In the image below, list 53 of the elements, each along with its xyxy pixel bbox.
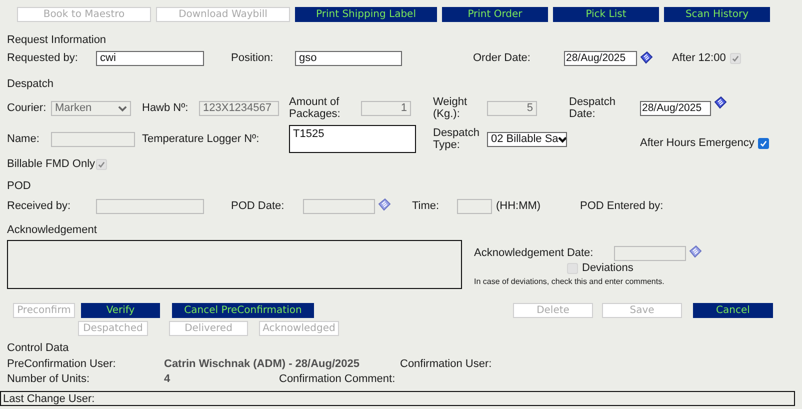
field-label: Despatch Date:	[569, 96, 616, 120]
field-label: Acknowledgement Date:	[474, 247, 594, 259]
calendar-icon[interactable]	[713, 96, 727, 110]
despatch-date-field[interactable]: 28/Aug/2025	[640, 100, 711, 116]
field-label: Amount of Packages:	[289, 96, 342, 120]
requested-by-field[interactable]: cwi	[96, 50, 204, 66]
toolbar-button[interactable]: Scan History	[664, 7, 770, 22]
field-label: Weight (Kg.):	[433, 96, 468, 120]
hint-text: In case of deviations, check this and enter comments.	[474, 276, 664, 286]
field-label: POD Entered by:	[580, 200, 664, 212]
checkbox[interactable]	[758, 138, 770, 149]
field-label: POD Date:	[231, 200, 286, 212]
field-label: Confirmation User:	[400, 358, 492, 370]
field-label: Time:	[412, 200, 440, 212]
action-button[interactable]: Cancel PreConfirmation	[172, 303, 314, 318]
toolbar-button[interactable]: Print Shipping Label	[295, 7, 437, 22]
field-label: Despatch Type:	[433, 127, 480, 151]
toolbar-button[interactable]: Pick List	[553, 7, 659, 22]
toolbar-button[interactable]: Print Order	[442, 7, 548, 22]
field-label: Name:	[7, 133, 40, 145]
field-label: Position:	[231, 52, 274, 64]
field-label: Received by:	[7, 200, 72, 212]
checkbox-label: Deviations	[582, 262, 634, 274]
acknowledgement-field[interactable]	[7, 240, 462, 289]
section-title: Request Information	[7, 34, 106, 46]
section-title: Acknowledgement	[7, 224, 97, 236]
field-label: Last Change User:	[3, 392, 95, 404]
field-label: Hawb Nº:	[142, 102, 190, 114]
chevron-icon	[118, 104, 127, 112]
format-hint: (HH:MM)	[496, 200, 542, 212]
field-value: 4	[164, 372, 172, 384]
field-label: Confirmation Comment:	[279, 372, 396, 384]
action-button[interactable]: Verify	[81, 303, 160, 318]
field-label: Courier:	[7, 102, 48, 114]
position-field[interactable]: gso	[295, 50, 402, 66]
order-date-field[interactable]: 28/Aug/2025	[564, 50, 637, 66]
calendar-icon[interactable]	[639, 51, 653, 65]
field-label: Requested by:	[7, 52, 79, 64]
field-value: Catrin Wischnak (ADM) - 28/Aug/2025	[164, 358, 360, 370]
checkbox-label: After Hours Emergency	[640, 137, 754, 149]
action-button[interactable]: Cancel	[693, 303, 773, 318]
field-label: Order Date:	[473, 52, 532, 64]
section-title: Control Data	[7, 342, 69, 354]
field-label: Number of Units:	[7, 372, 91, 384]
checkbox-label: After 12:00	[672, 52, 726, 64]
field-label: PreConfirmation User:	[7, 358, 117, 370]
field-label: Temperature Logger Nº:	[142, 133, 260, 145]
temperature-logger-field[interactable]: T1525	[289, 125, 416, 153]
checkbox-label: Billable FMD Only	[7, 158, 96, 170]
section-title: Despatch	[7, 78, 54, 90]
despatch-type-dropdown[interactable]: 02 Billable Sa	[487, 132, 567, 146]
section-title: POD	[7, 180, 31, 192]
chevron-icon	[558, 134, 566, 144]
